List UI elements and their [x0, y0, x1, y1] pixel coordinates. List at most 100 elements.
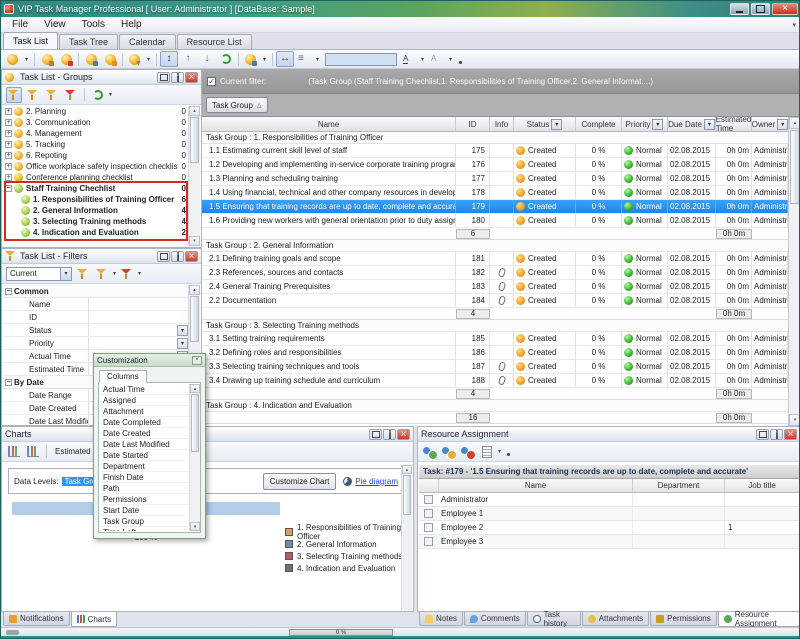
table-row[interactable]: 3.2 Defining roles and responsibilities1…: [202, 346, 788, 360]
column-estimated-time[interactable]: Estimated Time: [716, 117, 752, 131]
column-list-item[interactable]: Actual Time: [100, 384, 188, 395]
column-status[interactable]: Status: [514, 117, 576, 131]
chart-print-button[interactable]: [25, 444, 41, 460]
tab-attachments[interactable]: Attachments: [582, 612, 649, 626]
minimize-button[interactable]: [730, 3, 749, 15]
filter-dropdown-icon[interactable]: [777, 119, 788, 130]
collapse-icon[interactable]: [5, 288, 12, 295]
tab-comments[interactable]: Comments: [464, 612, 526, 626]
filter-value[interactable]: [89, 337, 188, 349]
tree-item-tracking[interactable]: 5. Tracking0: [3, 139, 188, 150]
column-list-item[interactable]: Permissions: [100, 494, 188, 505]
group-header[interactable]: Task Group : 3. Selecting Training metho…: [202, 320, 788, 332]
resource-checkbox[interactable]: [424, 509, 433, 518]
panel-window-button[interactable]: [369, 429, 382, 440]
groups-refresh-button[interactable]: [90, 87, 106, 103]
edit-task-button[interactable]: [38, 51, 56, 67]
scroll-up-icon[interactable]: ▴: [190, 384, 200, 393]
group-filter-edit-button[interactable]: [44, 87, 60, 103]
column-list-item[interactable]: Attachment: [100, 406, 188, 417]
duplicate-task-button[interactable]: [82, 51, 100, 67]
menubar-options-icon[interactable]: [792, 21, 796, 29]
refresh-button[interactable]: [217, 51, 235, 67]
filter-tasks-button[interactable]: [126, 51, 153, 67]
panel-window-button[interactable]: [157, 72, 170, 83]
close-button[interactable]: [772, 3, 798, 15]
column-list-item[interactable]: Date Started: [100, 450, 188, 461]
column-id[interactable]: ID: [456, 117, 490, 131]
resource-row[interactable]: Employee 21: [419, 521, 799, 535]
group-filter-clear-button[interactable]: [63, 87, 79, 103]
panel-pin-button[interactable]: [383, 429, 396, 440]
panel-window-button[interactable]: [756, 429, 769, 440]
menu-file[interactable]: File: [4, 17, 36, 32]
expand-icon[interactable]: [5, 119, 12, 126]
column-complete[interactable]: Complete: [576, 117, 622, 131]
group-by-chip[interactable]: Task Group: [206, 97, 268, 113]
table-row[interactable]: 2.1 Defining training goals and scope181…: [202, 252, 788, 266]
filter-preset-select[interactable]: Current: [6, 267, 72, 281]
panel-close-button[interactable]: [185, 72, 198, 83]
scroll-up-icon[interactable]: ▴: [789, 117, 800, 129]
charts-scrollbar[interactable]: ▴: [401, 465, 412, 610]
column-list-item[interactable]: Finish Date: [100, 472, 188, 483]
scroll-thumb[interactable]: [790, 130, 800, 204]
table-row[interactable]: 1.3 Planning and scheduling training177C…: [202, 172, 788, 186]
chevron-down-icon[interactable]: [177, 338, 188, 349]
group-header[interactable]: Task Group : 4. Indication and Evaluatio…: [202, 400, 788, 412]
table-row[interactable]: 1.4 Using financial, technical and other…: [202, 186, 788, 200]
tree-item-conference[interactable]: Conference planning checklist0: [3, 172, 188, 183]
resource-row[interactable]: Employee 3: [419, 535, 799, 549]
filter-dropdown-icon[interactable]: [704, 119, 715, 130]
scroll-down-icon[interactable]: [189, 236, 200, 246]
clear-filter-button[interactable]: [119, 266, 135, 282]
maximize-button[interactable]: [751, 3, 770, 15]
assign-resource-button[interactable]: [422, 444, 438, 460]
current-filter-checkbox[interactable]: [207, 77, 216, 86]
resource-column-job-title[interactable]: Job title: [725, 479, 799, 492]
filter-value[interactable]: [89, 324, 188, 336]
toolbar-overflow-icon[interactable]: [507, 453, 510, 456]
tree-item-reporting[interactable]: 6. Repoting0: [3, 150, 188, 161]
filter-dropdown-icon[interactable]: [652, 119, 663, 130]
resource-checkbox[interactable]: [424, 523, 433, 532]
apply-filter-button[interactable]: [75, 266, 91, 282]
table-row[interactable]: 2.4 General Training Prerequisites183Cre…: [202, 280, 788, 294]
column-list-item[interactable]: Date Completed: [100, 417, 188, 428]
panel-pin-button[interactable]: [171, 72, 184, 83]
scroll-thumb[interactable]: [403, 475, 411, 515]
scroll-thumb[interactable]: [190, 296, 199, 342]
column-list-item[interactable]: Start Date: [100, 505, 188, 516]
table-row[interactable]: 2.2 Documentation184Created0 %Normal02.0…: [202, 294, 788, 308]
pie-diagram-link[interactable]: Pie diagram: [343, 477, 398, 486]
tab-notifications[interactable]: Notifications: [3, 612, 70, 626]
tree-item-management[interactable]: 4. Management0: [3, 128, 188, 139]
column-list-button[interactable]: [295, 51, 322, 67]
filter-section-common[interactable]: Common: [3, 285, 188, 298]
table-row[interactable]: 3.3 Selecting training techniques and to…: [202, 360, 788, 374]
customization-titlebar[interactable]: Customization: [94, 354, 205, 367]
groups-toolbar-options-icon[interactable]: [109, 91, 112, 98]
group-header[interactable]: Task Group : 1. Responsibilities of Trai…: [202, 132, 788, 144]
column-list-item[interactable]: Path: [100, 483, 188, 494]
remove-resource-button[interactable]: [460, 444, 476, 460]
resource-checkbox[interactable]: [424, 495, 433, 504]
chart-type-bar-button[interactable]: [6, 444, 22, 460]
new-task-button[interactable]: [4, 51, 31, 67]
expand-icon[interactable]: [5, 130, 12, 137]
filter-row-id[interactable]: ID: [3, 311, 188, 324]
edit-filter-button[interactable]: [94, 266, 110, 282]
resource-row[interactable]: Administrator: [419, 493, 799, 507]
filter-dropdown-icon[interactable]: [551, 119, 562, 130]
column-list-item[interactable]: Task Group: [100, 516, 188, 527]
column-list-item[interactable]: Date Created: [100, 428, 188, 439]
tab-charts[interactable]: Charts: [71, 612, 118, 627]
menu-view[interactable]: View: [36, 17, 74, 32]
find-button[interactable]: [400, 51, 427, 67]
expand-icon[interactable]: [5, 152, 12, 159]
expand-icon[interactable]: [5, 108, 12, 115]
panel-pin-button[interactable]: [171, 251, 184, 262]
move-down-button[interactable]: [198, 51, 216, 67]
find-options-button[interactable]: [428, 51, 455, 67]
scroll-thumb[interactable]: [191, 394, 199, 452]
